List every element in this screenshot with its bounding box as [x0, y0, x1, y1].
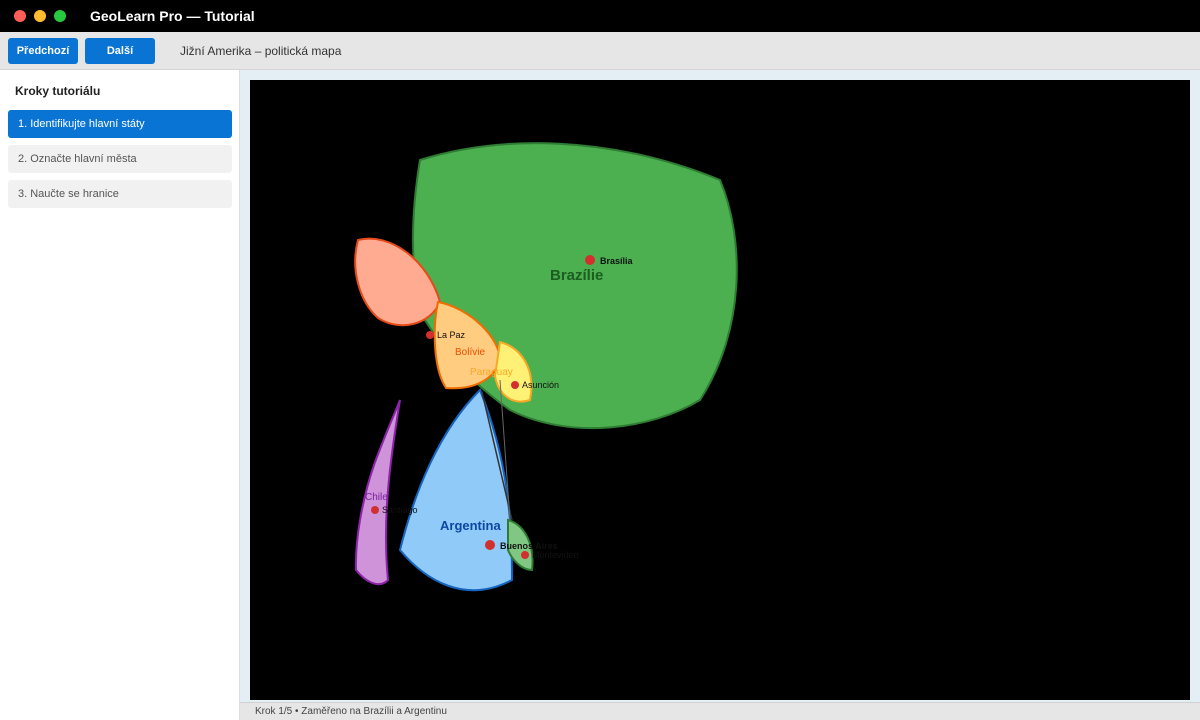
- previous-button[interactable]: Předchozí: [8, 38, 78, 64]
- capital-label-santiago: Santiago: [382, 505, 418, 515]
- map-svg: Brazílie Argentina Bolívie Paraguay Chil…: [354, 142, 738, 592]
- title-bar: GeoLearn Pro — Tutorial: [0, 0, 1200, 32]
- step-item-2[interactable]: 2. Označte hlavní města: [8, 145, 232, 173]
- capital-label-la-paz: La Paz: [437, 330, 466, 340]
- capital-label-montevideo: Montevideo: [532, 550, 579, 560]
- label-brazil: Brazílie: [550, 267, 603, 284]
- capital-dot-asuncion[interactable]: [511, 381, 519, 389]
- capital-label-asuncion: Asunción: [522, 380, 559, 390]
- capital-dot-la-paz[interactable]: [426, 331, 434, 339]
- step-item-3[interactable]: 3. Naučte se hranice: [8, 180, 232, 208]
- label-chile: Chile: [365, 492, 388, 503]
- label-bolivia: Bolívie: [455, 347, 485, 358]
- capital-dot-montevideo[interactable]: [521, 551, 529, 559]
- step-item-1[interactable]: 1. Identifikujte hlavní státy: [8, 110, 232, 138]
- capital-dot-santiago[interactable]: [371, 506, 379, 514]
- map-title: Jižní Amerika – politická mapa: [180, 44, 342, 58]
- status-bar: Krok 1/5 • Zaměřeno na Brazílii a Argent…: [240, 702, 1200, 720]
- toolbar: Předchozí Další Jižní Amerika – politick…: [0, 32, 1200, 70]
- map-canvas[interactable]: Brazílie Argentina Bolívie Paraguay Chil…: [250, 80, 1190, 700]
- country-argentina[interactable]: [398, 388, 514, 592]
- map-stage: Brazílie Argentina Bolívie Paraguay Chil…: [240, 70, 1200, 702]
- capital-label-brasilia: Brasília: [600, 256, 634, 266]
- maximize-window-button[interactable]: [54, 10, 66, 22]
- sidebar-title: Kroky tutoriálu: [15, 84, 101, 98]
- capital-dot-buenos-aires[interactable]: [485, 540, 495, 550]
- sidebar: Kroky tutoriálu 1. Identifikujte hlavní …: [0, 70, 240, 720]
- next-button[interactable]: Další: [85, 38, 155, 64]
- capital-dot-brasilia[interactable]: [585, 255, 595, 265]
- window-title: GeoLearn Pro — Tutorial: [90, 8, 255, 24]
- close-window-button[interactable]: [14, 10, 26, 22]
- minimize-window-button[interactable]: [34, 10, 46, 22]
- label-paraguay: Paraguay: [470, 367, 513, 378]
- label-argentina: Argentina: [440, 518, 501, 533]
